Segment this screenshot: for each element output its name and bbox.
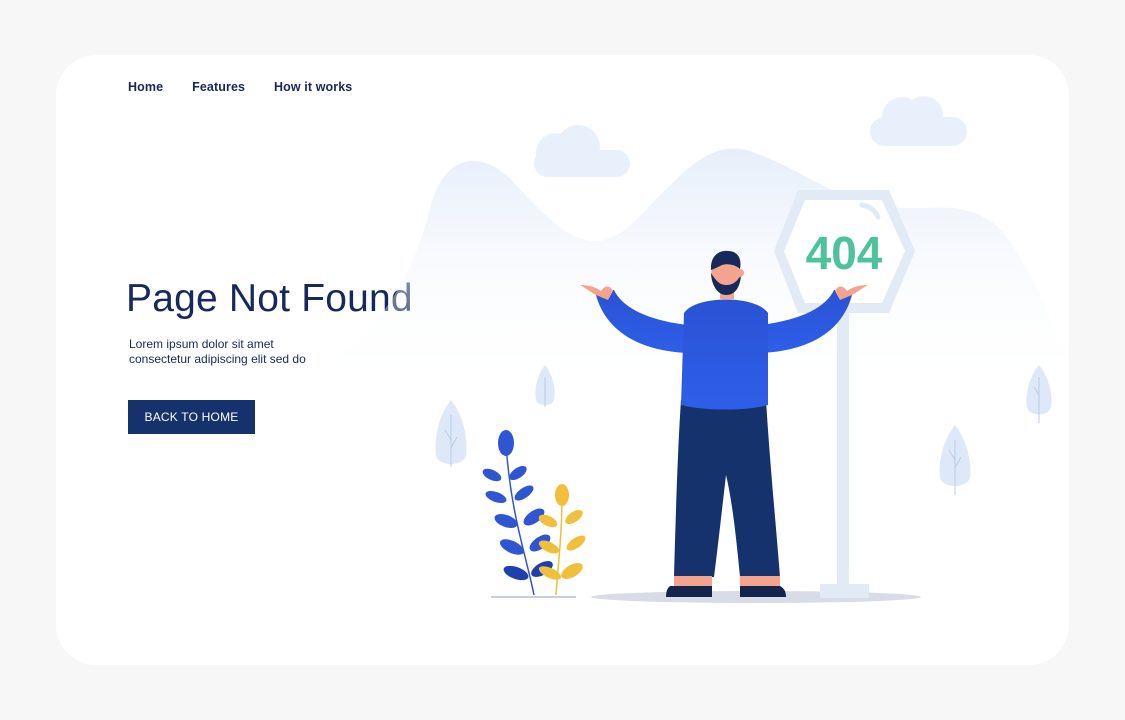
404-illustration: 404 bbox=[296, 96, 1069, 603]
page-card: Home Features How it works Page Not Foun… bbox=[56, 55, 1069, 665]
cloud-icon bbox=[534, 125, 630, 177]
person-icon bbox=[580, 250, 868, 597]
cloud-icon bbox=[870, 96, 967, 146]
background-hills bbox=[296, 148, 1069, 395]
tree-icon bbox=[435, 400, 467, 467]
sign-404-text: 404 bbox=[806, 227, 883, 279]
tree-icon bbox=[939, 425, 971, 495]
